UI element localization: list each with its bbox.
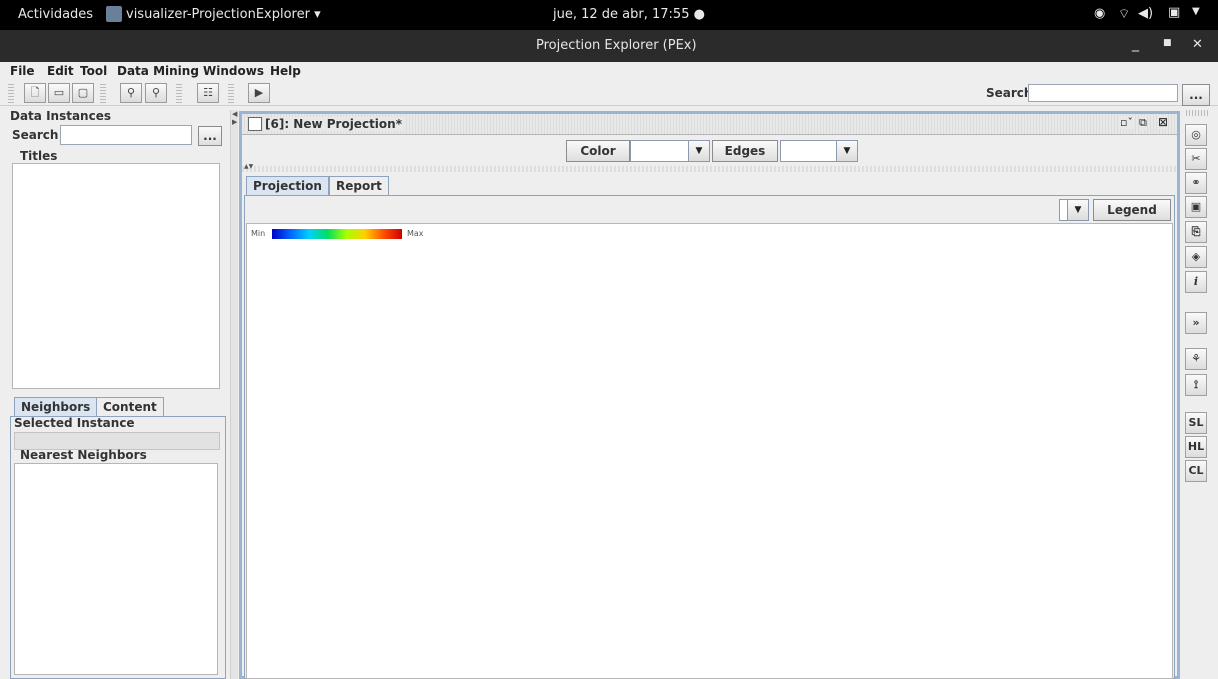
left-search-input[interactable] — [60, 125, 192, 145]
layout-icon[interactable]: ☷ — [197, 83, 219, 103]
edges-combo[interactable]: ▼ — [780, 140, 858, 162]
volume-icon: ◀) — [1138, 6, 1154, 21]
toolbar-grip[interactable] — [228, 83, 234, 103]
titles-list[interactable] — [12, 163, 220, 389]
open-folder-icon[interactable]: ▭ — [48, 83, 70, 103]
next-icon[interactable]: » — [1185, 312, 1207, 334]
tab-neighbors[interactable]: Neighbors — [14, 397, 98, 416]
tab-content[interactable]: Content — [96, 397, 164, 416]
menu-data-mining[interactable]: Data Mining — [117, 64, 199, 78]
color-combo-chevron-down-icon[interactable]: ▼ — [688, 141, 709, 161]
frame-iconify-icon[interactable]: ▫ˇ — [1120, 116, 1133, 129]
toolbar-grip[interactable] — [8, 83, 14, 103]
left-search-label: Search — [12, 128, 59, 142]
legend-combo-chevron-down-icon[interactable]: ▼ — [1067, 200, 1088, 220]
app-menu[interactable]: visualizer-ProjectionExplorer ▾ — [126, 7, 321, 22]
splitter[interactable]: ◀ ▶ — [230, 110, 238, 679]
scale-max-label: Max — [407, 229, 424, 238]
left-search-more-button[interactable]: ... — [198, 126, 222, 146]
play-icon[interactable]: ▶ — [248, 83, 270, 103]
color-combo[interactable]: ▼ — [630, 140, 710, 162]
instance-icon[interactable]: ◎ — [1185, 124, 1207, 146]
frame-title: [6]: New Projection* — [265, 117, 406, 131]
activities-button[interactable]: Actividades — [18, 7, 93, 22]
cl-button[interactable]: CL — [1185, 460, 1207, 482]
toolbar-grip[interactable] — [176, 83, 182, 103]
tab-projection[interactable]: Projection — [246, 176, 329, 195]
scale-min-label: Min — [251, 229, 266, 238]
toolbar-search-input[interactable] — [1028, 84, 1178, 102]
hl-button[interactable]: HL — [1185, 436, 1207, 458]
menu-edit[interactable]: Edit — [47, 64, 74, 78]
close-icon[interactable]: ✕ — [1192, 37, 1203, 52]
projection-canvas[interactable]: Min Max — [246, 223, 1173, 679]
toolbar-search-label: Search — [986, 86, 1033, 100]
menu-bar: File Edit Tool Data Mining Windows Help — [0, 62, 1218, 80]
projection-tab-panel: ▼ Legend Min Max — [244, 195, 1175, 679]
titles-label: Titles — [20, 149, 58, 163]
main-toolbar: 🗋 ▭ ▢ ⚲ ⚲ ☷ ▶ Search ... — [0, 80, 1218, 106]
maximize-icon[interactable]: ■ — [1163, 38, 1172, 48]
frame-close-icon[interactable]: ⊠ — [1158, 115, 1169, 129]
lasso-icon[interactable]: ⟟ — [1185, 374, 1207, 396]
collapse-arrows-icon[interactable]: ▲▼ — [244, 163, 253, 170]
select-icon[interactable]: ▣ — [1185, 196, 1207, 218]
info-icon[interactable]: i — [1185, 271, 1207, 293]
tab-report[interactable]: Report — [329, 176, 389, 195]
zoom-out-icon[interactable]: ⚲ — [145, 83, 167, 103]
left-panel: Data Instances Search ... Titles Neighbo… — [0, 107, 230, 679]
projection-internal-frame: [6]: New Projection* ▫ˇ ⧉ ⊠ Color ▼ Edge… — [239, 111, 1180, 679]
nearest-neighbors-list[interactable] — [14, 463, 218, 675]
frame-maximize-icon[interactable]: ⧉ — [1139, 116, 1147, 130]
legend-combo[interactable]: ▼ — [1059, 199, 1089, 221]
splitter-right-arrow-icon[interactable]: ▶ — [232, 118, 237, 126]
system-menu-chevron-icon[interactable]: ▼ — [1192, 6, 1200, 17]
window-title: Projection Explorer (PEx) — [536, 38, 697, 53]
cluster-icon[interactable]: ⚘ — [1185, 348, 1207, 370]
new-file-icon[interactable]: 🗋 — [24, 83, 46, 103]
save-icon[interactable]: ▢ — [72, 83, 94, 103]
data-instances-title: Data Instances — [10, 109, 111, 123]
binoculars-icon[interactable]: ⚭ — [1185, 172, 1207, 194]
nearest-neighbors-label: Nearest Neighbors — [20, 448, 147, 462]
system-top-bar: Actividades visualizer-ProjectionExplore… — [0, 0, 1218, 30]
frame-title-bar[interactable]: [6]: New Projection* ▫ˇ ⧉ ⊠ — [242, 114, 1177, 135]
menu-help[interactable]: Help — [270, 64, 301, 78]
menu-tool[interactable]: Tool — [80, 64, 107, 78]
wifi-icon: ⌔ — [1118, 7, 1131, 22]
edges-combo-chevron-down-icon[interactable]: ▼ — [836, 141, 857, 161]
tag-icon[interactable]: ◈ — [1185, 246, 1207, 268]
right-toolbar-grip[interactable] — [1186, 110, 1210, 116]
legend-button[interactable]: Legend — [1093, 199, 1171, 221]
location-icon: ◉ — [1094, 6, 1106, 21]
selected-instance-label: Selected Instance — [14, 416, 135, 430]
color-button[interactable]: Color — [566, 140, 630, 162]
window-title-bar: Projection Explorer (PEx) _ ■ ✕ — [0, 30, 1218, 62]
edges-button[interactable]: Edges — [712, 140, 778, 162]
menu-file[interactable]: File — [10, 64, 35, 78]
color-scale-bar — [272, 229, 402, 239]
clock[interactable]: jue, 12 de abr, 17:55 ● — [553, 7, 705, 22]
minimize-icon[interactable]: _ — [1132, 36, 1139, 52]
menu-windows[interactable]: Windows — [203, 64, 264, 78]
cut-icon[interactable]: ✂ — [1185, 148, 1207, 170]
toolbar-grip[interactable] — [100, 83, 106, 103]
legend-bar: ▼ Legend — [245, 196, 1174, 222]
copy-icon[interactable]: ⎘ — [1185, 221, 1207, 243]
battery-icon: ▣ — [1168, 5, 1181, 20]
toolbar-search-more-button[interactable]: ... — [1182, 84, 1210, 106]
divider-bar[interactable]: ▲▼ — [242, 163, 1177, 172]
app-icon — [106, 6, 122, 22]
splitter-left-arrow-icon[interactable]: ◀ — [232, 110, 237, 118]
frame-window-icon — [248, 117, 262, 131]
sl-button[interactable]: SL — [1185, 412, 1207, 434]
zoom-in-icon[interactable]: ⚲ — [120, 83, 142, 103]
